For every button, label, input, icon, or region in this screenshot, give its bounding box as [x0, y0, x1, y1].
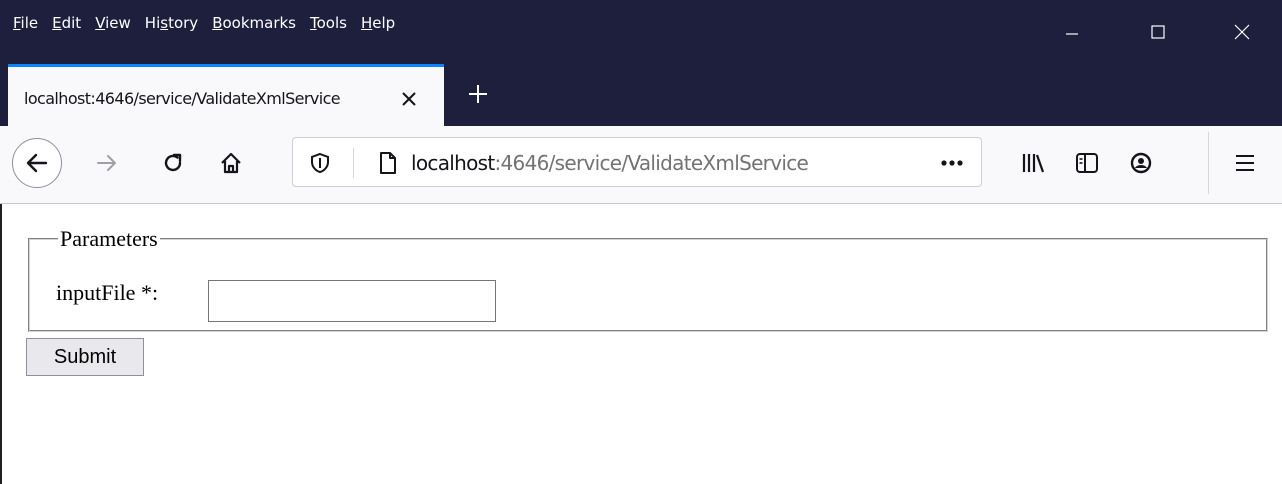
input-file-field[interactable]	[208, 280, 496, 322]
back-arrow-icon	[26, 153, 48, 173]
page-content: Parameters inputFile *: Submit	[0, 204, 1282, 484]
library-icon	[1022, 154, 1045, 173]
hamburger-menu-icon	[1236, 155, 1254, 171]
site-info-button[interactable]	[375, 150, 401, 176]
menu-file[interactable]: File	[6, 12, 45, 34]
back-button[interactable]	[12, 138, 62, 188]
sidebar-icon	[1076, 153, 1098, 173]
maximize-button[interactable]	[1128, 0, 1188, 64]
new-tab-button[interactable]	[460, 76, 496, 112]
forward-button[interactable]	[90, 146, 124, 180]
url-path: :4646/service/ValidateXmlService	[494, 151, 809, 175]
submit-button[interactable]: Submit	[26, 338, 144, 376]
menu-tools[interactable]: Tools	[303, 12, 354, 34]
shield-icon	[311, 152, 329, 174]
more-dots-icon	[941, 160, 963, 166]
menu-view[interactable]: View	[88, 12, 138, 34]
tracking-protection-button[interactable]	[307, 150, 333, 176]
forward-arrow-icon	[97, 155, 116, 171]
plus-icon	[469, 85, 487, 103]
url-text[interactable]: localhost:4646/service/ValidateXmlServic…	[411, 151, 809, 175]
minimize-button[interactable]	[1042, 0, 1102, 64]
reload-icon	[164, 153, 182, 172]
url-separator	[353, 148, 354, 178]
menu-bar: File Edit View History Bookmarks Tools H…	[6, 12, 402, 34]
app-menu-button[interactable]	[1228, 146, 1262, 180]
home-button[interactable]	[214, 146, 248, 180]
page-icon	[380, 152, 396, 174]
url-bar[interactable]: localhost:4646/service/ValidateXmlServic…	[292, 137, 982, 187]
reload-button[interactable]	[156, 146, 190, 180]
account-icon	[1130, 152, 1152, 174]
home-icon	[221, 152, 241, 174]
menu-help[interactable]: Help	[354, 12, 402, 34]
toolbar-separator	[1208, 132, 1209, 194]
library-button[interactable]	[1016, 146, 1050, 180]
url-host: localhost	[411, 151, 495, 175]
input-file-label: inputFile *:	[56, 280, 159, 305]
tab-title: localhost:4646/service/ValidateXmlServic…	[24, 89, 341, 108]
title-bar: File Edit View History Bookmarks Tools H…	[0, 0, 1282, 64]
menu-bookmarks[interactable]: Bookmarks	[205, 12, 303, 34]
minimize-icon	[1066, 33, 1078, 35]
account-button[interactable]	[1124, 146, 1158, 180]
close-window-button[interactable]	[1212, 0, 1272, 64]
close-icon	[402, 92, 416, 106]
sidebar-button[interactable]	[1070, 146, 1104, 180]
menu-edit[interactable]: Edit	[45, 12, 88, 34]
tab-active[interactable]: localhost:4646/service/ValidateXmlServic…	[8, 64, 444, 126]
parameters-fieldset: Parameters inputFile *:	[28, 228, 1268, 332]
page-actions-button[interactable]	[937, 150, 967, 176]
close-icon	[1234, 24, 1250, 40]
parameters-legend: Parameters	[60, 226, 158, 251]
menu-history[interactable]: History	[138, 12, 205, 34]
maximize-icon	[1151, 25, 1165, 39]
tab-close-button[interactable]	[398, 88, 420, 110]
navigation-toolbar: localhost:4646/service/ValidateXmlServic…	[0, 126, 1282, 204]
